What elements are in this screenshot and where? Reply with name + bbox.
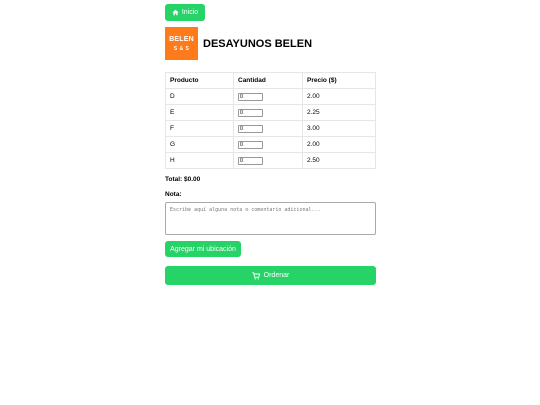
- order-button-label: Ordenar: [263, 272, 290, 279]
- home-button-label: Inicio: [181, 9, 199, 16]
- product-name: H: [165, 152, 234, 169]
- product-name: F: [165, 120, 234, 137]
- product-price: 2.50: [302, 152, 376, 169]
- order-total: Total: $0.00: [165, 176, 201, 183]
- quantity-input[interactable]: [238, 92, 263, 101]
- home-button[interactable]: Inicio: [165, 4, 205, 21]
- product-price: 3.00: [302, 120, 376, 137]
- product-price: 2.00: [302, 136, 376, 153]
- product-price: 2.00: [302, 88, 376, 105]
- quantity-input[interactable]: [238, 140, 263, 149]
- table-row: E 2.25: [165, 104, 376, 121]
- note-label: Nota:: [165, 191, 182, 198]
- table-header-row: Producto Cantidad Precio ($): [165, 72, 376, 89]
- quantity-input[interactable]: [238, 108, 263, 117]
- quantity-cell: [233, 104, 303, 121]
- add-location-button[interactable]: Agregar mi ubicación: [165, 241, 241, 257]
- note-textarea[interactable]: [165, 202, 376, 235]
- table-row: D 2.00: [165, 88, 376, 105]
- products-table: Producto Cantidad Precio ($) D 2.00 E 2.…: [165, 72, 376, 169]
- product-name: D: [165, 88, 234, 105]
- page-title: DESAYUNOS BELEN: [203, 37, 313, 50]
- column-header-quantity: Cantidad: [233, 72, 303, 89]
- product-name: G: [165, 136, 234, 153]
- page-container: Inicio BELEN S & S DESAYUNOS BELEN Produ…: [165, 4, 376, 285]
- logo-line-1: BELEN: [169, 35, 194, 43]
- quantity-cell: [233, 152, 303, 169]
- column-header-product: Producto: [165, 72, 234, 89]
- table-row: H 2.50: [165, 152, 376, 169]
- page-header: BELEN S & S DESAYUNOS BELEN: [165, 27, 376, 60]
- brand-logo: BELEN S & S: [165, 27, 198, 60]
- quantity-cell: [233, 88, 303, 105]
- quantity-input[interactable]: [238, 124, 263, 133]
- cart-icon: [251, 271, 260, 280]
- product-price: 2.25: [302, 104, 376, 121]
- product-name: E: [165, 104, 234, 121]
- quantity-input[interactable]: [238, 156, 263, 165]
- quantity-cell: [233, 120, 303, 137]
- column-header-price: Precio ($): [302, 72, 376, 89]
- quantity-cell: [233, 136, 303, 153]
- logo-line-2: S & S: [173, 45, 190, 52]
- home-icon: [172, 9, 179, 16]
- table-row: F 3.00: [165, 120, 376, 137]
- table-row: G 2.00: [165, 136, 376, 153]
- order-button[interactable]: Ordenar: [165, 266, 376, 285]
